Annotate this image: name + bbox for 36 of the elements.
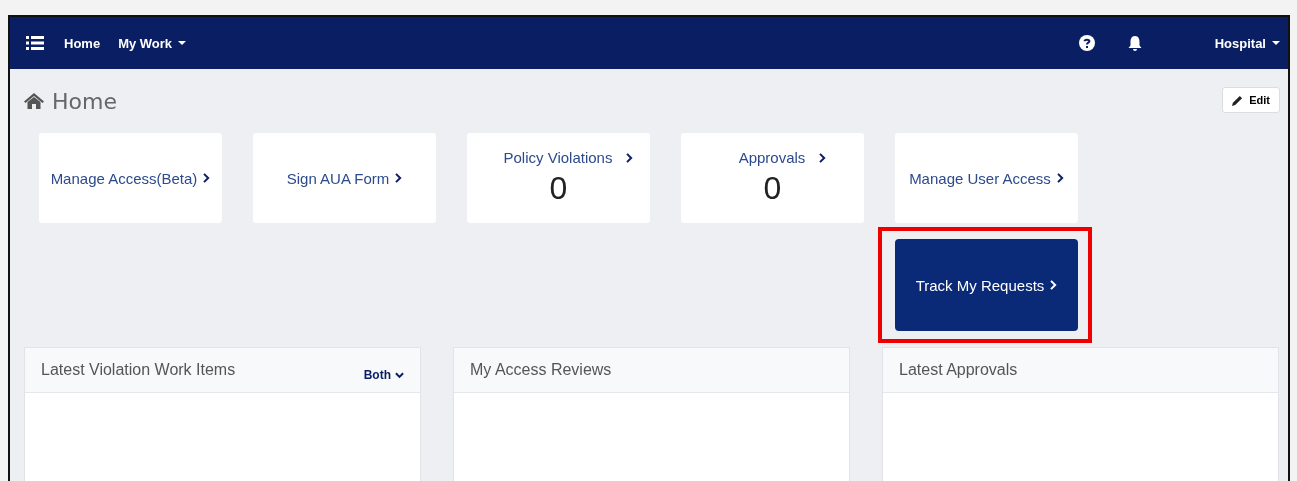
tile-button[interactable]: Policy Violations 0 [467, 133, 650, 223]
chevron-icon [203, 173, 211, 183]
help-icon[interactable] [1078, 35, 1095, 51]
count-value: 0 [549, 170, 568, 207]
tile-label: Manage User Access [909, 169, 1051, 187]
tile-button[interactable]: Manage Access(Beta) [39, 133, 222, 223]
page-title: Home [52, 88, 117, 114]
tile-button[interactable]: Manage User Access [895, 133, 1078, 223]
tile-label: Policy Violations [503, 149, 613, 166]
panel-title: Latest Approvals [899, 361, 1019, 379]
chevron-icon [819, 152, 827, 163]
tile-label: Manage Access(Beta) [50, 169, 198, 187]
edit-button[interactable]: Edit [1222, 87, 1280, 113]
chevron-icon [626, 152, 634, 163]
tile-label: Track My Requests [915, 276, 1045, 294]
tile-button[interactable]: Track My Requests [895, 239, 1078, 331]
nav-link[interactable]: My Work [118, 35, 187, 51]
bell-icon[interactable] [1126, 34, 1143, 52]
panel-title: My Access Reviews [470, 361, 613, 379]
nav-link[interactable]: Home [64, 35, 101, 51]
home-icon [24, 93, 44, 109]
caret-icon [1272, 41, 1280, 45]
tile-button[interactable]: Approvals 0 [681, 133, 864, 223]
chevron-icon [1056, 173, 1064, 183]
count-value: 0 [763, 170, 782, 207]
user-menu[interactable]: Hospital [1214, 35, 1280, 51]
tile-button[interactable]: Sign AUA Form [253, 133, 436, 223]
panel-title: Latest Violation Work Items [41, 361, 237, 379]
chevron-down-icon [395, 371, 404, 379]
filter-dropdown[interactable]: Both [363, 368, 404, 382]
tile-label: Approvals [738, 149, 806, 166]
chevron-icon [395, 173, 403, 183]
tile-label: Sign AUA Form [286, 169, 390, 187]
chevron-icon [1050, 280, 1058, 290]
menu-icon[interactable] [26, 36, 44, 50]
pencil-icon [1232, 94, 1244, 106]
